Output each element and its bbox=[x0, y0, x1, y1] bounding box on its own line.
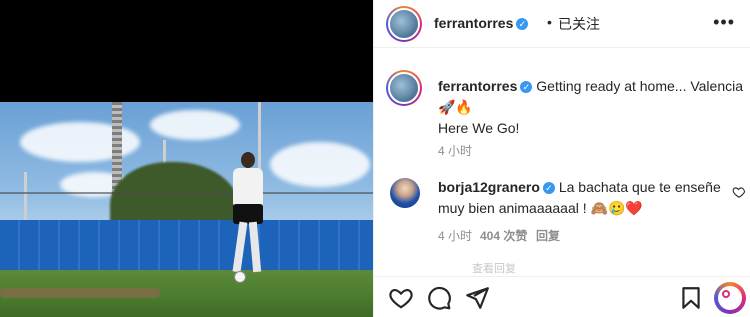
view-replies-link[interactable]: 查看回复 bbox=[472, 260, 516, 276]
comment-timestamp[interactable]: 4 小时 bbox=[438, 227, 472, 244]
comment-reply-button[interactable]: 回复 bbox=[536, 227, 560, 244]
author-username[interactable]: ferrantorres ✓ bbox=[434, 15, 529, 31]
post-image bbox=[0, 102, 373, 317]
caption-line2: Here We Go! bbox=[438, 120, 520, 136]
bookmark-icon[interactable] bbox=[678, 285, 704, 311]
caption-username[interactable]: ferrantorres bbox=[438, 78, 517, 94]
comment-icon[interactable] bbox=[426, 285, 452, 311]
comment-item: borja12granero ✓ La bachata que te enseñe… bbox=[438, 177, 728, 219]
verified-badge-icon: ✓ bbox=[542, 182, 555, 194]
heart-icon[interactable] bbox=[388, 285, 414, 311]
caption-author-avatar[interactable] bbox=[386, 70, 422, 106]
share-icon[interactable] bbox=[464, 285, 490, 311]
author-avatar[interactable] bbox=[386, 6, 422, 42]
follow-status-button[interactable]: 已关注 bbox=[558, 14, 600, 34]
post-actions-bar bbox=[374, 276, 750, 317]
verified-badge-icon: ✓ bbox=[516, 18, 529, 30]
comment-username[interactable]: borja12granero bbox=[438, 179, 540, 195]
post-caption: ferrantorres ✓ Getting ready at home... V… bbox=[438, 76, 743, 139]
separator-dot: • bbox=[547, 14, 552, 30]
caption-timestamp[interactable]: 4 小时 bbox=[438, 142, 472, 159]
verified-badge-icon: ✓ bbox=[520, 81, 533, 93]
post-detail-panel: ferrantorres ✓ • 已关注 ••• ferrantorres ✓ Ge… bbox=[373, 0, 750, 317]
more-options-icon[interactable]: ••• bbox=[713, 12, 735, 33]
post-header: ferrantorres ✓ • 已关注 ••• bbox=[374, 0, 750, 48]
reels-icon[interactable] bbox=[714, 282, 746, 314]
comment-like-icon[interactable] bbox=[732, 185, 746, 199]
post-media[interactable] bbox=[0, 0, 373, 317]
comment-likes-count[interactable]: 404 次赞 bbox=[480, 227, 527, 244]
commenter-avatar[interactable] bbox=[390, 178, 420, 208]
